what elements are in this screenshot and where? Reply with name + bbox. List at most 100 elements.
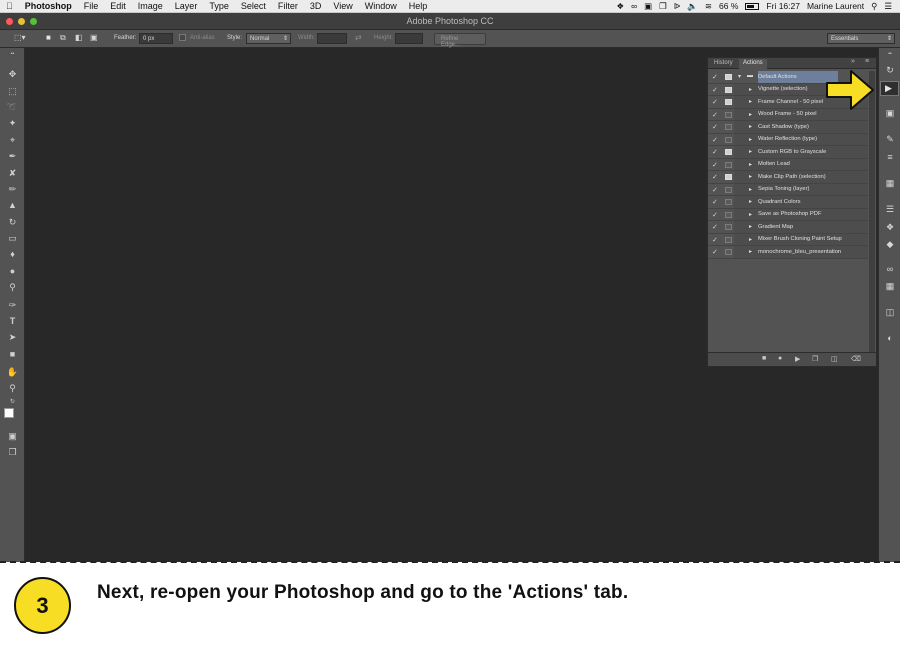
clone-source-icon[interactable]: ≡	[884, 152, 896, 163]
eraser-tool-icon[interactable]: ▭	[6, 233, 19, 244]
dialog-toggle[interactable]	[725, 86, 732, 93]
dialog-toggle[interactable]	[725, 99, 732, 105]
toggle-check-icon[interactable]: ✓	[712, 236, 718, 244]
menu-photoshop[interactable]: Photoshop	[19, 1, 78, 11]
history-brush-tool-icon[interactable]: ↻	[6, 217, 19, 228]
menu-select[interactable]: Select	[235, 1, 272, 11]
lasso-tool-icon[interactable]: ➰	[6, 102, 19, 113]
move-tool-icon[interactable]: ✥	[6, 69, 19, 80]
toggle-check-icon[interactable]: ✓	[712, 248, 718, 256]
workspace-select[interactable]: Essentials ⇕	[827, 33, 895, 44]
new-set-icon[interactable]: ❐	[812, 355, 818, 363]
rectangular-marquee-tool-icon[interactable]: ⬚	[6, 86, 19, 97]
quick-mask-icon[interactable]: ▣	[6, 431, 19, 442]
bluetooth-icon[interactable]: ᐉ	[674, 1, 681, 12]
dialog-toggle[interactable]	[725, 149, 732, 155]
new-action-icon[interactable]: ◫	[831, 355, 838, 363]
action-row[interactable]: ✓ ▸ Mixer Brush Cloning Paint Setup	[708, 233, 868, 246]
expand-triangle-icon[interactable]: ▸	[749, 98, 752, 105]
toggle-check-icon[interactable]: ✓	[712, 98, 718, 106]
styles-icon[interactable]: ◐	[884, 333, 896, 344]
window-icon[interactable]: ❐	[659, 1, 667, 12]
menu-view[interactable]: View	[327, 1, 358, 11]
expand-triangle-icon[interactable]: ▸	[749, 173, 752, 180]
dialog-toggle[interactable]	[725, 124, 732, 130]
collapse-panel-icon[interactable]: »	[851, 58, 855, 65]
user-name[interactable]: Marine Laurent	[807, 1, 864, 11]
expand-triangle-icon[interactable]: ▸	[749, 198, 752, 205]
menu-layer[interactable]: Layer	[169, 1, 204, 11]
swap-dimensions-icon[interactable]: ⇄	[355, 33, 362, 42]
menu-filter[interactable]: Filter	[272, 1, 304, 11]
play-icon[interactable]: ▶	[795, 355, 800, 363]
action-row[interactable]: ✓ ▸ Make Clip Path (selection)	[708, 171, 868, 184]
spot-healing-tool-icon[interactable]: ✘	[6, 168, 19, 179]
toggle-check-icon[interactable]: ✓	[712, 136, 718, 144]
dialog-toggle[interactable]	[725, 249, 732, 255]
swap-colors-icon[interactable]: ↻	[6, 397, 19, 408]
dialog-toggle[interactable]	[725, 186, 732, 193]
dialog-toggle[interactable]	[725, 199, 732, 205]
clock[interactable]: Fri 16:27	[766, 1, 800, 11]
feather-input[interactable]: 0 px	[139, 33, 173, 44]
expand-triangle-icon[interactable]: ▸	[749, 211, 752, 218]
record-icon[interactable]: ●	[778, 355, 782, 362]
blur-tool-icon[interactable]: ●	[6, 266, 19, 277]
toggle-check-icon[interactable]: ✓	[712, 86, 718, 94]
toggle-check-icon[interactable]: ✓	[712, 123, 718, 131]
expand-triangle-icon[interactable]: ▸	[749, 123, 752, 130]
menu-edit[interactable]: Edit	[104, 1, 132, 11]
style-select[interactable]: Normal ⇕	[246, 33, 291, 44]
dialog-toggle[interactable]	[725, 224, 732, 230]
expand-triangle-icon[interactable]: ▸	[749, 86, 752, 93]
creative-cloud-icon[interactable]: ∞	[631, 1, 637, 11]
menu-help[interactable]: Help	[403, 1, 434, 11]
zoom-tool-icon[interactable]: ⚲	[6, 383, 19, 394]
expand-triangle-icon[interactable]: ▸	[749, 161, 752, 168]
intersect-selection-icon[interactable]: ▣	[90, 33, 98, 42]
width-input[interactable]	[317, 33, 347, 44]
pen-tool-icon[interactable]: ✑	[6, 300, 19, 311]
add-selection-icon[interactable]: ⧉	[60, 33, 66, 43]
dialog-toggle[interactable]	[725, 161, 732, 168]
action-row[interactable]: ✓ ▸ monochrome_bleu_presentation	[708, 246, 868, 259]
tray-icon[interactable]: ▣	[644, 1, 652, 12]
collapse-toolbar-icon[interactable]: ••	[6, 52, 19, 57]
notification-center-icon[interactable]: ☰	[884, 1, 892, 12]
tab-history[interactable]: History	[710, 59, 737, 69]
foreground-color-swatch[interactable]	[4, 408, 14, 418]
path-selection-tool-icon[interactable]: ➤	[6, 332, 19, 343]
brush-presets-icon[interactable]: ✎	[884, 134, 896, 145]
wifi-icon[interactable]: ≋	[705, 1, 712, 12]
eyedropper-tool-icon[interactable]: ✒	[6, 151, 19, 162]
menu-type[interactable]: Type	[203, 1, 235, 11]
action-row[interactable]: ✓ ▸ Gradient Map	[708, 221, 868, 234]
toggle-check-icon[interactable]: ✓	[712, 186, 718, 194]
toggle-check-icon[interactable]: ✓	[712, 173, 718, 181]
panel-menu-icon[interactable]: ≡	[865, 58, 869, 65]
character-panel-icon[interactable]: ▦	[884, 178, 896, 189]
actions-panel-button[interactable]: ▶	[880, 81, 899, 96]
expand-triangle-icon[interactable]: ▸	[749, 136, 752, 143]
properties-icon[interactable]: ◫	[884, 307, 896, 318]
action-row[interactable]: ✓ ▸ Molten Lead	[708, 158, 868, 171]
crop-tool-icon[interactable]: ⌖	[6, 135, 19, 146]
subtract-selection-icon[interactable]: ◧	[75, 33, 83, 42]
action-row[interactable]: ✓ ▸ Water Reflection (type)	[708, 133, 868, 146]
toggle-check-icon[interactable]: ✓	[712, 198, 718, 206]
action-row[interactable]: ✓ ▸ Cast Shadow (type)	[708, 121, 868, 134]
battery-icon[interactable]	[745, 2, 760, 10]
dialog-toggle[interactable]	[725, 211, 732, 218]
brush-tool-icon[interactable]: ✏	[6, 184, 19, 195]
apple-menu-icon[interactable]: 	[0, 1, 19, 11]
dialog-toggle[interactable]	[725, 236, 732, 243]
expand-triangle-icon[interactable]: ▸	[749, 148, 752, 155]
action-row[interactable]: ✓ ▸ Sepia Toning (layer)	[708, 183, 868, 196]
clone-stamp-tool-icon[interactable]: ▲	[6, 200, 19, 211]
menu-window[interactable]: Window	[359, 1, 403, 11]
battery-percent[interactable]: 66 %	[719, 1, 738, 11]
dropbox-icon[interactable]: ❖	[616, 1, 624, 12]
dialog-toggle[interactable]	[725, 111, 732, 118]
toggle-check-icon[interactable]: ✓	[712, 73, 718, 81]
dialog-toggle[interactable]	[725, 174, 732, 180]
